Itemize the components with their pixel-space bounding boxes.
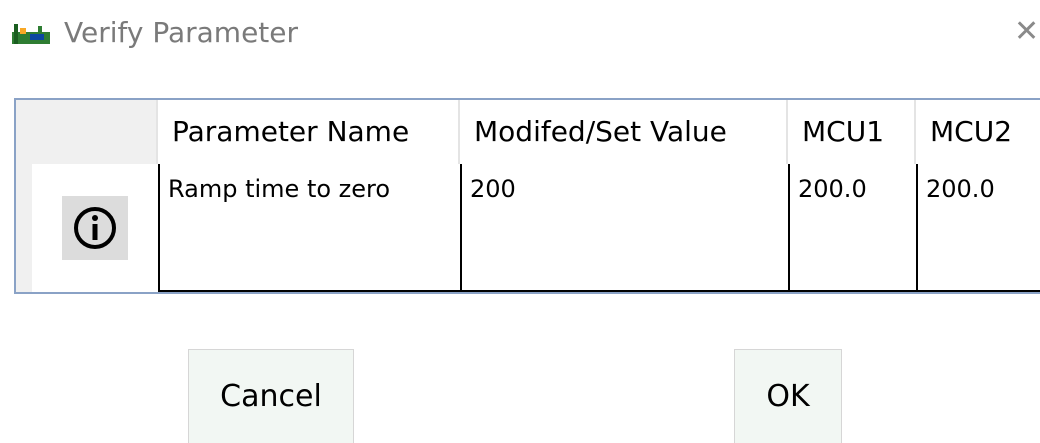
row-header (16, 164, 158, 292)
cell-mcu1[interactable]: 200.0 (788, 164, 916, 292)
verify-parameter-dialog: Verify Parameter ✕ Parameter Name Modife… (0, 0, 1040, 443)
column-header-parameter-name[interactable]: Parameter Name (158, 100, 460, 164)
app-icon (12, 24, 50, 44)
column-header-mcu1[interactable]: MCU1 (788, 100, 916, 164)
info-button[interactable] (62, 196, 128, 260)
cell-mcu2[interactable]: 200.0 (916, 164, 1040, 292)
parameter-grid: Parameter Name Modifed/Set Value MCU1 MC… (14, 98, 1040, 294)
header-corner (16, 100, 158, 164)
title-bar: Verify Parameter ✕ (0, 0, 1040, 70)
grid-header: Parameter Name Modifed/Set Value MCU1 MC… (16, 100, 1040, 164)
column-header-modified-value[interactable]: Modifed/Set Value (460, 100, 788, 164)
column-header-mcu2[interactable]: MCU2 (916, 100, 1040, 164)
window-title: Verify Parameter (64, 16, 299, 49)
ok-button[interactable]: OK (734, 349, 842, 443)
cell-parameter-name[interactable]: Ramp time to zero (158, 164, 460, 292)
info-icon (74, 207, 116, 249)
table-row[interactable]: Ramp time to zero 200 200.0 200.0 (16, 164, 1040, 292)
cancel-button[interactable]: Cancel (188, 349, 354, 443)
close-icon[interactable]: ✕ (1014, 14, 1040, 50)
cell-modified-value[interactable]: 200 (460, 164, 788, 292)
